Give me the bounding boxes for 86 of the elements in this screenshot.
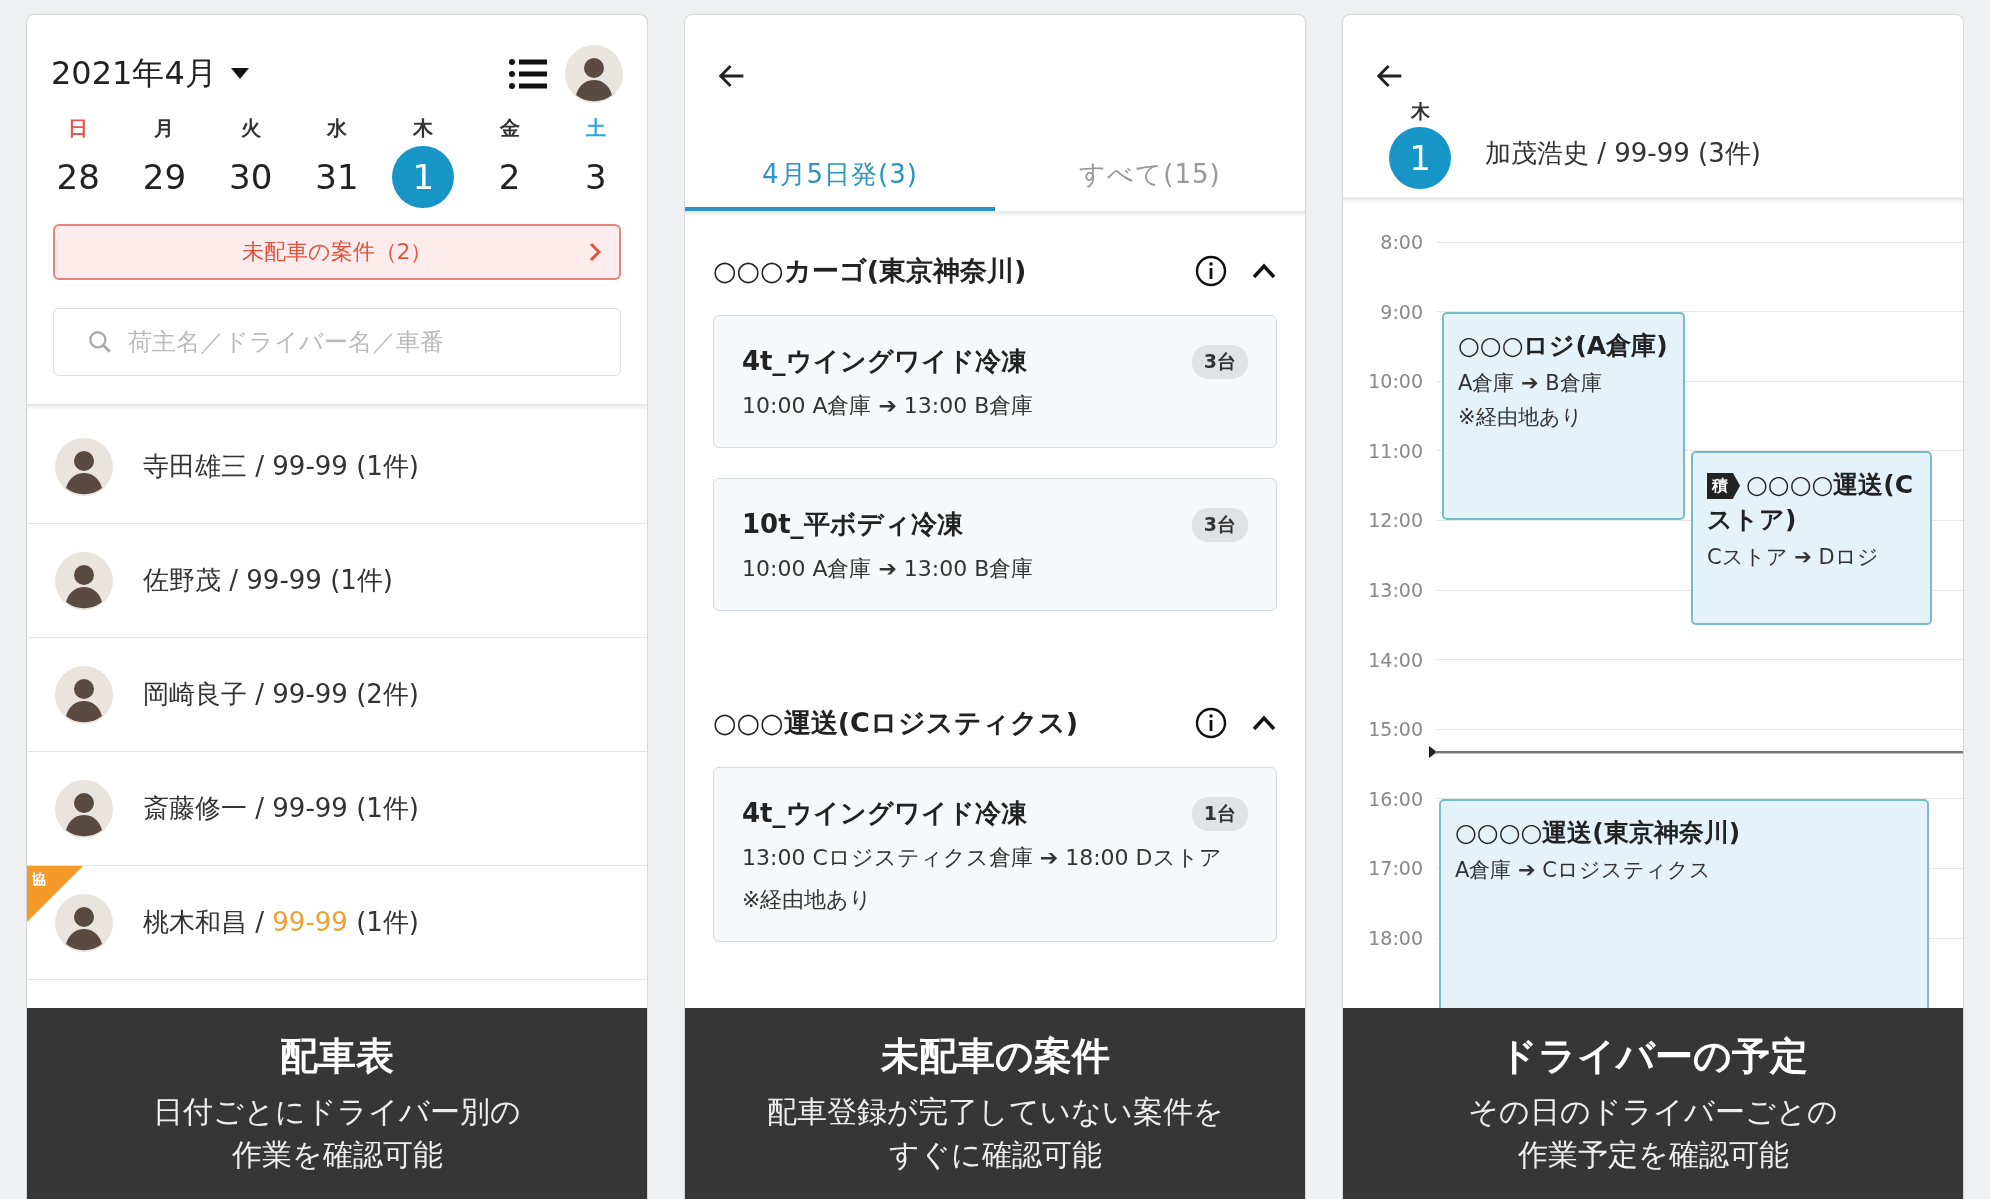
selected-date: 1 bbox=[1389, 127, 1451, 189]
schedule-event[interactable]: 積 ○○○○運送(Cストア) Cストア ➔ Dロジ bbox=[1691, 450, 1932, 625]
driver-row[interactable]: 協 桃木和昌 / 99-99 (1件) bbox=[27, 866, 647, 980]
calendar-date[interactable]: 2 bbox=[478, 146, 541, 208]
vehicle-type: 10t_平ボディ冷凍 bbox=[742, 508, 964, 541]
caption-title: ドライバーの予定 bbox=[1498, 1032, 1808, 1080]
route-text: 10:00 A倉庫 ➔ 13:00 B倉庫 bbox=[742, 555, 1035, 583]
caption-title: 未配車の案件 bbox=[880, 1032, 1110, 1080]
note-text: ※経由地あり bbox=[742, 886, 874, 914]
calendar-date[interactable]: 29 bbox=[133, 146, 196, 208]
weekday-label: 月 bbox=[154, 115, 175, 142]
driver-label: 岡崎良子 / 99-99 (2件) bbox=[143, 678, 419, 711]
vehicle-count: 1台 bbox=[1191, 796, 1248, 831]
job-card[interactable]: 4t_ウイングワイド冷凍 1台 13:00 Cロジスティクス倉庫 ➔ 18:00 Dストア ※経由地あり bbox=[713, 767, 1277, 942]
calendar-date[interactable]: 28 bbox=[47, 146, 110, 208]
route-text: 10:00 A倉庫 ➔ 13:00 B倉庫 bbox=[742, 392, 1035, 420]
caption-text: 作業予定を確認可能 bbox=[1517, 1136, 1789, 1174]
route-text: 13:00 Cロジスティクス倉庫 ➔ 18:00 Dストア bbox=[742, 844, 1223, 872]
route-text: Cストア ➔ Dロジ bbox=[1707, 543, 1880, 571]
caption-text: その日のドライバーごとの bbox=[1468, 1092, 1838, 1131]
avatar-icon bbox=[55, 551, 113, 610]
info-icon[interactable] bbox=[1195, 707, 1227, 739]
event-title: ○○○○運送(東京神奈川) bbox=[1455, 816, 1742, 849]
hour-label: 18:00 bbox=[1367, 927, 1423, 949]
caption-text: 配車登録が完了していない案件を bbox=[766, 1092, 1224, 1131]
avatar-icon bbox=[55, 437, 113, 496]
driver-row[interactable]: 斎藤修一 / 99-99 (1件) bbox=[27, 752, 647, 866]
avatar-icon bbox=[55, 665, 113, 724]
vehicle-type: 4t_ウイングワイド冷凍 bbox=[742, 345, 1028, 378]
hour-label: 15:00 bbox=[1367, 718, 1423, 741]
driver-row[interactable]: 佐野茂 / 99-99 (1件) bbox=[27, 524, 647, 638]
chevron-up-icon[interactable] bbox=[1251, 262, 1277, 280]
info-icon[interactable] bbox=[1195, 255, 1227, 287]
month-picker[interactable]: 2021年4月 bbox=[51, 52, 249, 96]
driver-label: 桃木和昌 / 99-99 (1件) bbox=[143, 906, 419, 939]
route-text: A倉庫 ➔ B倉庫 bbox=[1458, 369, 1603, 397]
vehicle-count: 3台 bbox=[1191, 344, 1248, 379]
search-field[interactable]: 荷主名／ドライバー名／車番 bbox=[53, 308, 621, 376]
driver-row[interactable]: 寺田雄三 / 99-99 (1件) bbox=[27, 410, 647, 524]
caption-text: すぐに確認可能 bbox=[888, 1136, 1102, 1174]
hour-label: 16:00 bbox=[1367, 787, 1423, 810]
driver-label: 寺田雄三 / 99-99 (1件) bbox=[143, 450, 419, 483]
avatar-icon bbox=[565, 45, 623, 103]
calendar-date[interactable]: 31 bbox=[306, 146, 368, 208]
job-card[interactable]: 4t_ウイングワイド冷凍 3台 10:00 A倉庫 ➔ 13:00 B倉庫 bbox=[713, 315, 1277, 448]
vehicle-count: 3台 bbox=[1191, 507, 1248, 542]
hour-label: 11:00 bbox=[1367, 439, 1423, 462]
caret-icon bbox=[230, 68, 249, 80]
hour-label: 12:00 bbox=[1367, 509, 1423, 532]
note-text: ※経由地あり bbox=[1458, 403, 1584, 431]
hour-label: 14:00 bbox=[1367, 648, 1423, 671]
weekday-label: 日 bbox=[68, 115, 89, 142]
hour-label: 9:00 bbox=[1379, 300, 1423, 323]
search-icon bbox=[87, 329, 113, 355]
weekday-label: 土 bbox=[585, 115, 606, 142]
chevron-right-icon bbox=[589, 242, 601, 262]
hour-label: 8:00 bbox=[1379, 231, 1423, 253]
hour-label: 17:00 bbox=[1367, 857, 1423, 880]
hour-label: 10:00 bbox=[1367, 370, 1423, 393]
vehicle-type: 4t_ウイングワイド冷凍 bbox=[742, 797, 1028, 830]
caption-text: 日付ごとにドライバー別の bbox=[153, 1092, 521, 1131]
event-title: 積 ○○○○運送(Cストア) bbox=[1707, 468, 1915, 536]
weekday-label: 水 bbox=[327, 115, 347, 142]
hour-label: 13:00 bbox=[1367, 579, 1423, 601]
schedule-event[interactable]: ○○○ロジ(A倉庫) A倉庫 ➔ B倉庫 ※経由地あり bbox=[1442, 311, 1685, 521]
weekday-label: 木 bbox=[413, 115, 434, 142]
driver-row[interactable]: 岡崎良子 / 99-99 (2件) bbox=[27, 638, 647, 752]
shipper-name: ○○○カーゴ(東京神奈川) bbox=[713, 254, 1028, 288]
calendar-date[interactable]: 30 bbox=[219, 146, 282, 208]
shipper-name: ○○○運送(Cロジスティクス) bbox=[713, 706, 1080, 740]
event-title: ○○○ロジ(A倉庫) bbox=[1458, 329, 1669, 362]
job-card[interactable]: 10t_平ボディ冷凍 3台 10:00 A倉庫 ➔ 13:00 B倉庫 bbox=[713, 478, 1277, 611]
chevron-up-icon[interactable] bbox=[1251, 714, 1277, 732]
avatar-icon bbox=[55, 779, 113, 838]
route-text: A倉庫 ➔ Cロジスティクス bbox=[1455, 856, 1712, 884]
avatar-icon bbox=[55, 893, 113, 952]
caption-text: 作業を確認可能 bbox=[231, 1136, 443, 1174]
weekday-label: 火 bbox=[240, 115, 261, 142]
driver-label: 佐野茂 / 99-99 (1件) bbox=[143, 564, 393, 597]
driver-label: 加茂浩史 / 99-99 (3件) bbox=[1485, 136, 1761, 170]
driver-label: 斎藤修一 / 99-99 (1件) bbox=[143, 792, 419, 825]
caption-title: 配車表 bbox=[280, 1032, 394, 1080]
weekday-label: 木 bbox=[1410, 99, 1430, 124]
calendar-date[interactable]: 3 bbox=[564, 146, 627, 208]
weekday-label: 金 bbox=[499, 115, 520, 142]
list-icon[interactable] bbox=[509, 58, 547, 90]
